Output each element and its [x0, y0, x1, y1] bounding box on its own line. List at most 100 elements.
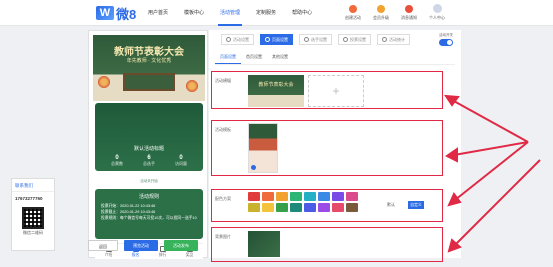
avatar	[432, 4, 442, 13]
step-label: 活动统计	[389, 36, 405, 42]
stat-label: 总选手	[143, 161, 155, 166]
add-cover-button[interactable]: +	[308, 75, 364, 107]
main-nav: 用户首页 模板中心 活动管理 定制服务 帮助中心	[140, 0, 320, 26]
notifications-label: 消息通知	[401, 15, 417, 20]
poster-subtitle: 年先教师 · 文化优秀	[126, 58, 172, 64]
cover-label: 活动横幅	[215, 78, 231, 83]
poster-banner: 教师节表彰大会 年先教师 · 文化优秀	[93, 35, 205, 101]
step-icon	[304, 37, 309, 42]
step-icon	[265, 37, 270, 42]
step-label: 活动设置	[233, 36, 249, 42]
create-activity-label: 创建活动	[345, 15, 361, 20]
create-activity-icon	[349, 5, 357, 13]
step-vote-settings[interactable]: 投票设置	[338, 34, 371, 45]
stat-total-players: 6 总选手	[143, 155, 155, 167]
selected-check-icon	[251, 165, 256, 170]
crown-icon	[377, 5, 385, 13]
custom-color-button[interactable]: 自定义	[408, 201, 424, 209]
cover-section: 活动横幅 教师节表彰大会 +	[211, 71, 443, 109]
activity-status: 活动未开始	[140, 179, 158, 183]
stat-total-votes: 0 总票数	[111, 155, 123, 167]
back-button[interactable]: 返回	[88, 240, 118, 251]
contact-card: 联系我们 17673277760 微信二维码	[11, 178, 55, 251]
color-swatch[interactable]	[304, 192, 316, 201]
step-activity-settings[interactable]: 活动设置	[221, 34, 254, 45]
background-label: 背景图片	[215, 234, 231, 239]
activity-switch-label: 活动开关	[439, 33, 453, 37]
step-label: 页面设置	[272, 36, 288, 42]
color-swatch[interactable]	[276, 192, 288, 201]
color-swatch[interactable]	[262, 203, 274, 212]
nav-custom-service[interactable]: 定制服务	[248, 0, 284, 26]
color-swatch[interactable]	[248, 203, 260, 212]
stat-label: 总票数	[111, 161, 123, 166]
nav-activity-management[interactable]: 活动管理	[212, 0, 248, 26]
color-swatch[interactable]	[304, 203, 316, 212]
tab-page-settings[interactable]: 页面设置	[215, 52, 241, 64]
create-activity-button[interactable]: 创建活动	[339, 3, 367, 21]
user-center-label: 个人中心	[429, 15, 445, 20]
color-swatch[interactable]	[318, 203, 330, 212]
member-upgrade-button[interactable]: 会员升级	[367, 3, 395, 21]
color-swatch[interactable]	[318, 192, 330, 201]
stat-label: 访问量	[175, 161, 187, 166]
template-label: 活动模板	[215, 127, 231, 132]
notifications-button[interactable]: 消息通知	[395, 3, 423, 21]
tab-other-settings[interactable]: 其他设置	[267, 52, 293, 64]
publish-activity-button[interactable]: 活动发布	[164, 240, 198, 251]
stats-card: 默认活动标题 0 总票数 6 总选手 0 访问量	[95, 103, 203, 171]
color-swatch[interactable]	[290, 192, 302, 201]
flower-icon	[185, 79, 199, 93]
tab-home-settings[interactable]: 首页设置	[241, 52, 267, 64]
step-page-settings[interactable]: 页面设置	[260, 34, 293, 45]
nav-template-center[interactable]: 模板中心	[176, 0, 212, 26]
preview-activity-button[interactable]: 预览活动	[124, 240, 158, 251]
action-buttons: 返回 预览活动 活动发布	[88, 240, 228, 254]
step-player-settings[interactable]: 选手设置	[299, 34, 332, 45]
arrow-line	[454, 141, 529, 201]
rules-title: 活动规则	[138, 194, 159, 200]
member-upgrade-label: 会员升级	[373, 15, 389, 20]
bell-icon	[405, 5, 413, 13]
blackboard-icon	[123, 73, 175, 91]
color-swatch[interactable]	[276, 203, 288, 212]
arrow-line	[453, 141, 529, 156]
poster-title: 教师节表彰大会	[114, 47, 184, 58]
color-swatch[interactable]	[262, 192, 274, 201]
template-thumbnail[interactable]	[248, 123, 278, 173]
template-section: 活动模板	[211, 120, 443, 176]
settings-panel: 活动设置 页面设置 选手设置 投票设置 活动统计 活动开关 页面设置 首页设置 …	[209, 30, 461, 262]
stats-row: 0 总票数 6 总选手 0 访问量	[101, 155, 197, 167]
color-swatch[interactable]	[332, 192, 344, 201]
cover-thumb-text: 教师节表彰大会	[258, 82, 294, 88]
step-activity-stats[interactable]: 活动统计	[377, 34, 410, 45]
sub-tabs: 页面设置 首页设置 其他设置	[215, 52, 455, 65]
cover-thumbnail[interactable]: 教师节表彰大会	[248, 75, 304, 107]
contact-phone: 17673277760	[15, 196, 43, 201]
step-icon	[382, 37, 387, 42]
mobile-preview: 教师节表彰大会 年先教师 · 文化优秀 默认活动标题 0 总票数 6 总选手 0…	[88, 30, 208, 259]
arrow-line	[451, 99, 529, 143]
default-color-label[interactable]: 默认	[387, 202, 395, 208]
nav-user-home[interactable]: 用户首页	[140, 0, 176, 26]
background-thumbnail[interactable]	[248, 231, 280, 257]
qr-code-icon	[22, 207, 44, 229]
stats-title: 默认活动标题	[133, 146, 164, 152]
step-label: 选手设置	[311, 36, 327, 42]
logo[interactable]: W 微8	[96, 5, 137, 22]
step-tabs: 活动设置 页面设置 选手设置 投票设置 活动统计	[221, 34, 416, 45]
contact-title: 联系我们	[12, 179, 54, 192]
activity-toggle[interactable]	[439, 39, 453, 46]
top-quick-icons: 创建活动 会员升级 消息通知	[339, 3, 423, 21]
color-swatch[interactable]	[290, 203, 302, 212]
logo-text: 微8	[116, 6, 137, 22]
user-center-button[interactable]: 个人中心	[423, 3, 451, 21]
color-swatch[interactable]	[248, 192, 260, 201]
flower-icon	[97, 75, 111, 89]
color-swatch[interactable]	[332, 203, 344, 212]
nav-help-center[interactable]: 帮助中心	[284, 0, 320, 26]
qr-label: 微信二维码	[23, 230, 43, 235]
color-swatch[interactable]	[346, 192, 358, 201]
color-swatch[interactable]	[346, 203, 358, 212]
background-section: 背景图片	[211, 227, 443, 262]
